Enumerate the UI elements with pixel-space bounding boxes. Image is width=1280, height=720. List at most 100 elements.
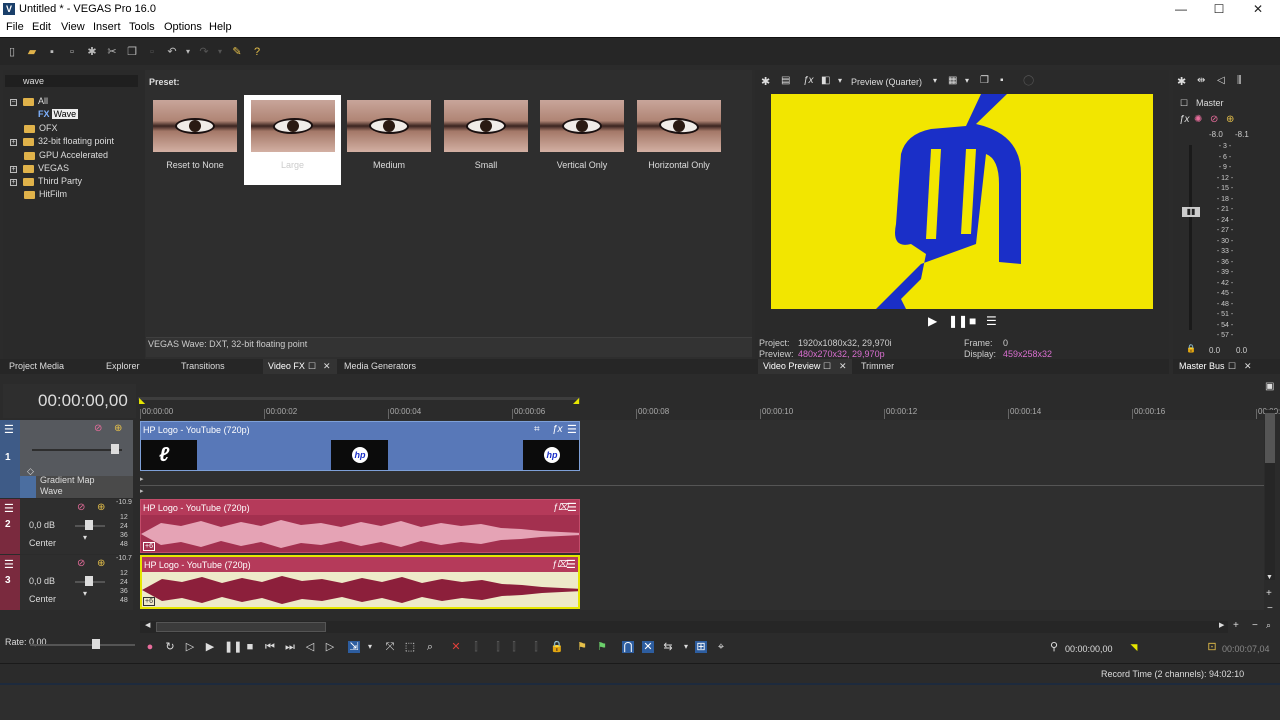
- close-tab-icon[interactable]: ✕: [1244, 361, 1252, 372]
- loop-end-marker[interactable]: ◢: [573, 396, 579, 405]
- fx-chain-item[interactable]: Wave: [40, 486, 63, 496]
- mixer-icon[interactable]: ⫼: [1237, 75, 1242, 86]
- menu-insert[interactable]: Insert: [93, 21, 121, 33]
- clip-menu-icon[interactable]: ☰: [567, 423, 577, 436]
- gear-icon[interactable]: ✱: [1177, 75, 1186, 88]
- solo-icon[interactable]: ⊕: [1226, 114, 1234, 125]
- preview-quality-dropdown[interactable]: Preview (Quarter): [851, 77, 922, 87]
- mute-icon[interactable]: ⊘: [77, 502, 85, 513]
- mute-icon[interactable]: ⊘: [77, 558, 85, 569]
- pan-handle[interactable]: ▾: [83, 533, 87, 542]
- marker-icon[interactable]: ▣: [1265, 381, 1274, 392]
- go-to-start-icon[interactable]: ⏮: [264, 641, 276, 653]
- menu-help[interactable]: Help: [209, 21, 232, 33]
- expand-icon[interactable]: +: [10, 166, 17, 173]
- ignore-grouping-icon[interactable]: ⌖: [715, 641, 727, 653]
- external-monitor-icon[interactable]: ◯: [1023, 75, 1034, 86]
- chevron-down-icon[interactable]: ▾: [214, 46, 226, 58]
- trim-start-icon[interactable]: ⫿: [492, 641, 504, 653]
- pause-button[interactable]: ❚❚: [948, 314, 968, 328]
- snapping-icon[interactable]: ⋂: [622, 641, 634, 653]
- close-tab-icon[interactable]: ✕: [323, 361, 331, 372]
- rate-slider-handle[interactable]: [92, 639, 100, 649]
- clip-menu-icon[interactable]: ☰: [567, 501, 577, 514]
- track-header-2[interactable]: ☰ 2 ⊘ ⊕ -10.9 0,0 dB Center ▾ 12 24 36 48: [0, 499, 133, 554]
- save-as-icon[interactable]: ▫: [66, 46, 78, 58]
- rate-slider[interactable]: [30, 644, 135, 646]
- tree-item-third-party[interactable]: + Third Party: [10, 176, 82, 186]
- help-icon[interactable]: ?: [251, 46, 263, 58]
- selection-tool-icon[interactable]: ⬚: [404, 641, 416, 653]
- delete-icon[interactable]: ✕: [450, 641, 462, 653]
- tab-transitions[interactable]: Transitions: [181, 361, 225, 371]
- chevron-down-icon[interactable]: ▾: [364, 641, 376, 653]
- trim-icon[interactable]: ⫿: [470, 641, 482, 653]
- tree-item-ofx[interactable]: OFX: [24, 123, 58, 133]
- collapse-icon[interactable]: −: [10, 99, 17, 106]
- menu-options[interactable]: Options: [164, 21, 202, 33]
- project-settings-icon[interactable]: ▤: [781, 75, 790, 86]
- track-menu-icon[interactable]: ☰: [4, 558, 14, 571]
- zoom-out-icon[interactable]: −: [1267, 603, 1273, 614]
- audio-clip-selected[interactable]: HP Logo - YouTube (720p) ƒ⌧ ☰ +6: [140, 555, 580, 609]
- close-tab-icon[interactable]: ✕: [839, 361, 847, 372]
- menu-view[interactable]: View: [61, 21, 85, 33]
- insert-marker-icon[interactable]: ⚑: [576, 641, 588, 653]
- solo-icon[interactable]: ⊕: [97, 558, 105, 569]
- tree-item-hitfilm[interactable]: HitFilm: [24, 189, 67, 199]
- expand-icon[interactable]: +: [10, 139, 17, 146]
- tab-explorer[interactable]: Explorer: [106, 361, 140, 371]
- pause-icon[interactable]: ❚❚: [224, 641, 242, 653]
- envelope-tool-icon[interactable]: ⤧: [384, 641, 396, 653]
- preset-small[interactable]: Small: [441, 97, 531, 184]
- fx-icon[interactable]: ƒx: [1179, 114, 1190, 125]
- tree-item-gpu[interactable]: GPU Accelerated: [24, 150, 108, 160]
- minimize-button[interactable]: —: [1174, 2, 1188, 16]
- chevron-down-icon[interactable]: ▾: [680, 641, 692, 653]
- properties-icon[interactable]: ✎: [231, 46, 243, 58]
- expand-lane-icon[interactable]: ▸: [140, 475, 144, 483]
- save-snapshot-icon[interactable]: ▪: [1000, 75, 1004, 86]
- preset-reset[interactable]: Reset to None: [150, 97, 240, 184]
- speaker-icon[interactable]: ◁: [1217, 75, 1225, 86]
- track-menu-icon[interactable]: ☰: [4, 423, 14, 436]
- zoom-in-icon[interactable]: +: [1233, 620, 1239, 631]
- scroll-left-icon[interactable]: ◀: [145, 621, 150, 629]
- fx-icon[interactable]: ƒx: [552, 424, 563, 435]
- mute-icon[interactable]: ⊘: [94, 423, 102, 434]
- compositing-icon[interactable]: ◇: [27, 466, 34, 477]
- scroll-down-icon[interactable]: ▼: [1266, 574, 1273, 581]
- tree-item-vegas[interactable]: + VEGAS: [10, 163, 69, 173]
- tab-media-generators[interactable]: Media Generators: [344, 361, 416, 371]
- envelope-icon[interactable]: +6: [143, 597, 155, 606]
- zoom-in-icon[interactable]: +: [1266, 588, 1272, 599]
- auto-crossfade-icon[interactable]: ✕: [642, 641, 654, 653]
- solo-icon[interactable]: ⊕: [97, 502, 105, 513]
- save-icon[interactable]: ▪: [46, 46, 58, 58]
- horizontal-scrollbar-thumb[interactable]: [156, 622, 326, 632]
- undock-icon[interactable]: ☐: [1228, 361, 1236, 372]
- play-from-start-icon[interactable]: ▷: [184, 641, 196, 653]
- normal-edit-tool-icon[interactable]: ⇲: [348, 641, 360, 653]
- zoom-out-icon[interactable]: −: [1252, 620, 1258, 631]
- vertical-scrollbar-thumb[interactable]: [1265, 413, 1275, 463]
- stop-icon[interactable]: ■: [244, 641, 256, 653]
- undo-icon[interactable]: ↶: [166, 46, 178, 58]
- search-input[interactable]: [5, 75, 138, 87]
- loop-start-marker[interactable]: ◣: [139, 396, 145, 405]
- opacity-slider[interactable]: [32, 449, 122, 451]
- tree-item-all[interactable]: − All: [10, 96, 48, 106]
- fx-chain-item[interactable]: Gradient Map: [40, 475, 95, 485]
- master-checkbox[interactable]: ☐: [1180, 98, 1188, 109]
- chevron-down-icon[interactable]: ▾: [182, 46, 194, 58]
- video-clip[interactable]: HP Logo - YouTube (720p) ⌗ ƒx ☰ ℓ hp hp: [140, 421, 580, 471]
- insert-region-icon[interactable]: ⚑: [596, 641, 608, 653]
- fx-icon[interactable]: ƒx: [803, 75, 814, 86]
- envelope-icon[interactable]: +6: [143, 542, 155, 551]
- stop-button[interactable]: ■: [969, 314, 976, 328]
- preset-vertical-only[interactable]: Vertical Only: [537, 97, 627, 184]
- chevron-down-icon[interactable]: ▾: [838, 76, 842, 85]
- tree-item-32bit[interactable]: +32-bit floating point: [10, 136, 114, 146]
- timeline-ruler[interactable]: 00:00:00 00:00:02 00:00:04 00:00:06 00:00:08…: [140, 400, 1280, 420]
- master-fader-handle[interactable]: ▮▮: [1182, 207, 1200, 217]
